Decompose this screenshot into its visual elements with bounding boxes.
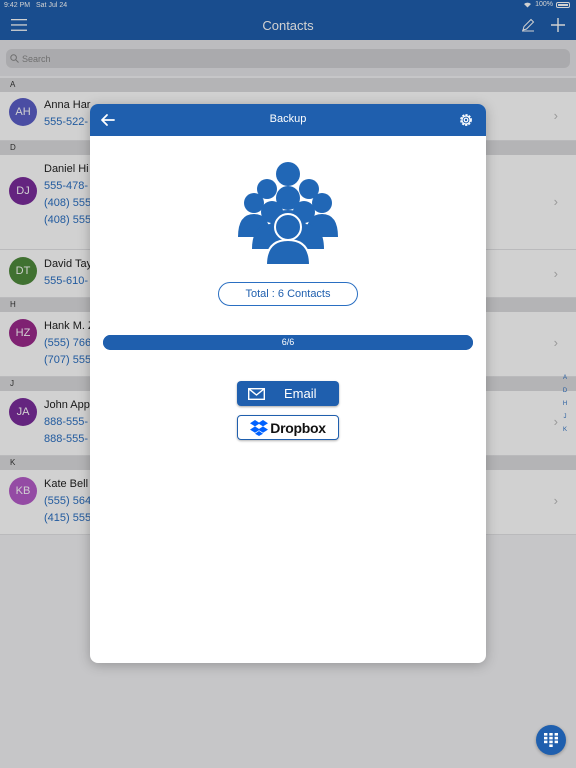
keypad-icon	[544, 733, 558, 747]
gear-icon	[460, 114, 472, 126]
total-contacts-label: Total : 6 Contacts	[218, 282, 358, 306]
dialog-title: Backup	[269, 113, 307, 125]
settings-button[interactable]	[457, 111, 475, 129]
dropbox-icon	[250, 419, 269, 436]
dialog-header: Backup	[90, 104, 486, 136]
envelope-icon	[248, 387, 265, 400]
email-button-label: Email	[284, 386, 317, 401]
email-button[interactable]: Email	[237, 381, 339, 406]
dropbox-button-label: Dropbox	[270, 419, 326, 436]
progress-text: 6/6	[281, 337, 295, 347]
backup-dialog: Backup Total : 6 Contacts 6/6 Email Drop…	[90, 104, 486, 663]
backup-progress-bar: 6/6	[103, 335, 473, 350]
contacts-group-icon	[238, 162, 338, 266]
dropbox-button[interactable]: Dropbox	[237, 415, 339, 440]
keypad-button[interactable]	[536, 725, 566, 755]
